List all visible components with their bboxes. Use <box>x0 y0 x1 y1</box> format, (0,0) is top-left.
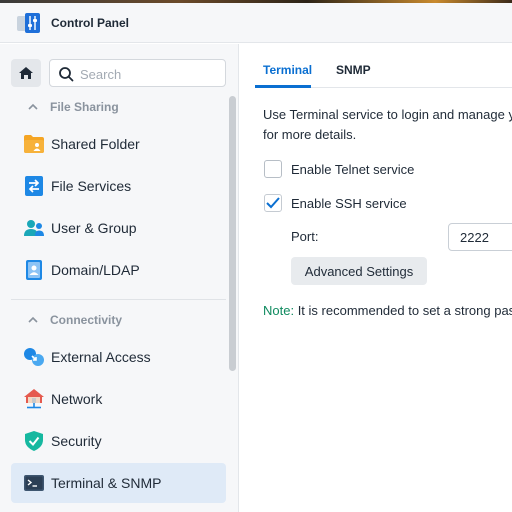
window-title: Control Panel <box>51 16 130 30</box>
file-services-icon <box>25 176 43 196</box>
port-label: Port: <box>291 229 319 244</box>
sidebar-item-domain-ldap[interactable]: Domain/LDAP <box>11 250 226 290</box>
domain-ldap-icon <box>26 260 42 280</box>
sidebar-item-label: Network <box>51 391 103 407</box>
search-box <box>49 59 226 87</box>
window-titlebar: Control Panel <box>0 3 512 43</box>
sidebar-item-label: External Access <box>51 349 151 365</box>
sidebar-item-shared-folder[interactable]: Shared Folder <box>11 124 226 164</box>
telnet-label: Enable Telnet service <box>291 162 415 177</box>
sidebar-scrollbar[interactable] <box>229 96 236 371</box>
telnet-checkbox[interactable] <box>264 160 282 178</box>
home-button[interactable] <box>11 59 41 87</box>
section-header-file-sharing[interactable]: File Sharing <box>11 94 226 120</box>
sidebar-item-label: Shared Folder <box>51 136 140 152</box>
checkmark-icon <box>266 197 280 209</box>
sidebar-item-file-services[interactable]: File Services <box>11 166 226 206</box>
active-tab-indicator <box>255 85 311 88</box>
sidebar-item-external-access[interactable]: External Access <box>11 337 226 377</box>
port-input[interactable] <box>448 223 512 251</box>
ssh-checkbox[interactable] <box>264 194 282 212</box>
home-icon <box>19 67 33 79</box>
section-label: Connectivity <box>50 313 123 327</box>
section-divider <box>11 299 226 300</box>
note-key: Note: <box>263 303 295 318</box>
note-body: It is recommended to set a strong pas <box>294 303 512 318</box>
sidebar-item-terminal-snmp[interactable]: Terminal & SNMP <box>11 463 226 503</box>
section-label: File Sharing <box>50 100 119 114</box>
advanced-settings-button[interactable]: Advanced Settings <box>291 257 427 285</box>
control-panel-sliders-icon <box>17 13 40 33</box>
terminal-description: Use Terminal service to login and manage… <box>263 105 512 145</box>
network-house-icon <box>24 389 44 409</box>
main-panel: Terminal SNMP Use Terminal service to lo… <box>240 44 512 512</box>
sidebar-item-label: Terminal & SNMP <box>51 475 162 491</box>
terminal-icon <box>24 475 44 491</box>
ssh-label: Enable SSH service <box>291 196 407 211</box>
sidebar-item-label: Domain/LDAP <box>51 262 140 278</box>
search-icon <box>59 67 74 82</box>
folder-share-icon <box>24 135 44 153</box>
sidebar-item-label: User & Group <box>51 220 137 236</box>
chevron-up-icon <box>28 316 38 323</box>
sidebar-item-user-group[interactable]: User & Group <box>11 208 226 248</box>
note-text: Note: It is recommended to set a strong … <box>263 303 512 318</box>
description-line: for more details. <box>263 127 357 142</box>
chevron-up-icon <box>28 103 38 110</box>
sidebar-item-security[interactable]: Security <box>11 421 226 461</box>
tab-snmp[interactable]: SNMP <box>336 63 371 77</box>
security-shield-icon <box>25 431 43 451</box>
sidebar-item-label: Security <box>51 433 102 449</box>
description-line: Use Terminal service to login and manage… <box>263 107 512 122</box>
tab-bar: Terminal SNMP <box>255 44 512 88</box>
sidebar-item-network[interactable]: Network <box>11 379 226 419</box>
sidebar: File Sharing Shared Folder File Services… <box>0 44 239 512</box>
external-access-icon <box>24 348 44 366</box>
section-header-connectivity[interactable]: Connectivity <box>11 307 226 333</box>
search-input[interactable] <box>80 64 220 84</box>
user-group-icon <box>24 220 44 236</box>
tab-terminal[interactable]: Terminal <box>263 63 312 77</box>
sidebar-item-label: File Services <box>51 178 132 194</box>
